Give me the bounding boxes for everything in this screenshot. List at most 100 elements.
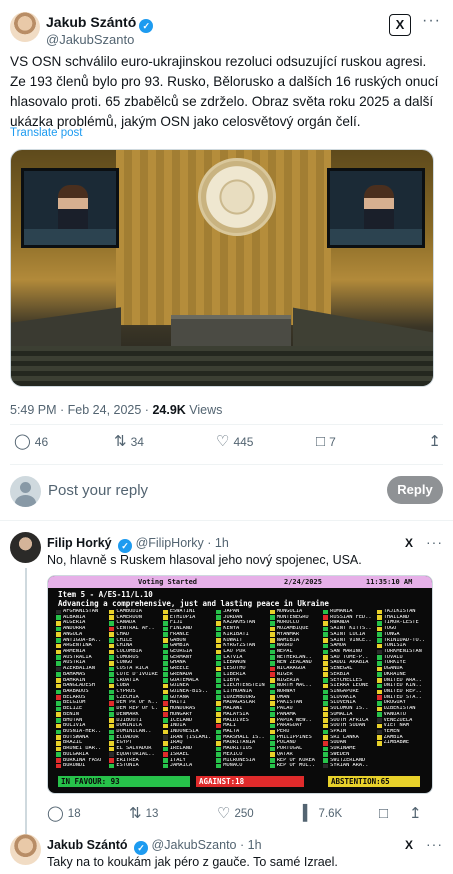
vote-indicator [216,626,222,632]
like-action[interactable]: ♡ 250 [217,806,254,821]
reply-avatar[interactable] [10,834,41,865]
vote-board-status: Voting Started [138,578,198,586]
reply-author-name[interactable]: Jakub Szántó [47,838,128,852]
heart-icon: ♡ [216,433,230,450]
vote-indicator [56,763,61,769]
vote-indicator [56,758,61,763]
more-options-icon[interactable]: ··· [426,836,443,852]
vote-indicator [216,729,222,735]
vote-indicator [109,723,115,729]
tally-abstention: ABSTENTION:65 [328,776,420,787]
vote-indicator [323,683,329,689]
vote-indicator [162,609,168,615]
grok-icon[interactable]: X [389,14,411,36]
reply-avatar[interactable] [10,532,41,563]
post-time[interactable]: 5:49 PM · Feb 24, 2025 · [10,403,149,417]
vote-country: SYRIAN ARA.. [323,763,372,769]
vote-indicator [376,672,382,677]
tally-against: AGAINST:18 [196,776,304,787]
vote-indicator [269,638,275,643]
bookmark-action[interactable]: □ 7 [316,434,336,449]
vote-indicator [56,723,61,729]
vote-indicator [56,678,61,683]
reply-button[interactable]: Reply [387,476,443,504]
vote-indicator [56,672,61,677]
author-avatar[interactable] [10,12,40,42]
vote-indicator [109,609,115,615]
vote-board-image[interactable]: Voting Started 2/24/2025 11:35:10 AM Ite… [47,575,433,794]
vote-indicator [216,695,222,700]
vote-indicator [216,632,222,637]
reply-input[interactable]: Post your reply [48,482,148,499]
post-photo[interactable] [10,149,434,387]
post-views-label: Views [189,403,223,417]
share-action[interactable]: ↥ [409,806,422,821]
repost-action[interactable]: ⇅ 13 [129,806,158,821]
vote-country-name: MONACO [223,763,243,769]
vote-indicator [376,689,382,695]
views-action[interactable]: ▍ 7.6K [303,806,342,821]
vote-country: BURUNDI [56,763,105,769]
reply-count: 18 [67,807,81,820]
author-handle[interactable]: @JakubSzanto [46,32,134,47]
vote-indicator [216,678,222,683]
reply-author-name[interactable]: Filip Horký [47,536,112,550]
more-options-icon[interactable]: ··· [422,12,441,30]
vote-indicator [109,666,115,672]
vote-indicator [323,695,329,700]
author-name[interactable]: Jakub Szántó ✓ [46,14,154,33]
more-options-icon[interactable]: ··· [426,534,443,550]
post-actions: ◯ 46 ⇅ 34 ♡ 445 □ 7 ↥ [10,434,443,458]
vote-indicator [376,741,382,746]
vote-indicator [56,626,61,632]
vote-indicator [162,683,168,689]
grok-icon[interactable]: X [405,838,413,852]
heart-icon: ♡ [217,805,231,822]
vote-indicator [109,689,115,695]
post-text: VS OSN schválilo euro-ukrajinskou rezolu… [10,54,439,129]
reply-action[interactable]: ◯ 46 [14,434,48,449]
reply-author[interactable]: Jakub Szántó ✓ @JakubSzanto · 1h [47,838,262,855]
vote-country: REP OF MOL.. [269,763,319,769]
vote-indicator [376,735,382,740]
vote-indicator [323,758,329,763]
author-name-text[interactable]: Jakub Szántó [46,14,136,30]
vote-indicator [269,683,275,689]
bookmark-icon: □ [379,805,389,822]
repost-action[interactable]: ⇅ 34 [114,434,144,449]
vote-board-time: 11:35:10 AM [366,578,413,586]
vote-indicator [109,655,115,660]
vote-indicator [56,649,61,655]
vote-country-name: BURUNDI [63,763,86,769]
reply-author-handle[interactable]: @JakubSzanto · 1h [152,838,262,852]
vote-indicator [56,729,61,735]
vote-indicator [216,621,222,626]
views-icon: ▍ [303,805,315,822]
vote-indicator [323,706,329,712]
vote-indicator [269,701,275,706]
share-action[interactable]: ↥ [428,434,441,449]
vote-indicator [216,752,222,757]
vote-indicator [109,741,115,746]
vote-indicator [323,712,329,717]
vote-indicator [323,632,329,637]
reply-author-handle[interactable]: @FilipHorky · 1h [136,536,229,550]
divider [0,520,453,521]
reply-author[interactable]: Filip Horký ✓ @FilipHorky · 1h [47,536,229,553]
vote-indicator [269,609,275,615]
vote-country-name: ESTONIA [116,763,139,769]
vote-indicator [162,643,168,649]
reply-action[interactable]: ◯ 18 [47,806,81,821]
translate-post-link[interactable]: Translate post [10,127,82,139]
share-icon: ↥ [409,805,422,822]
vote-indicator [323,672,329,677]
grok-icon[interactable]: X [405,536,413,550]
reply-icon: ◯ [47,805,64,822]
bookmark-action[interactable]: □ [379,806,388,821]
like-action[interactable]: ♡ 445 [216,434,253,449]
user-avatar[interactable] [10,476,41,507]
vote-indicator [216,763,222,769]
bookmark-icon: □ [316,433,326,450]
vote-country-name: REP OF MOL.. [276,763,315,769]
vote-indicator [269,723,275,729]
